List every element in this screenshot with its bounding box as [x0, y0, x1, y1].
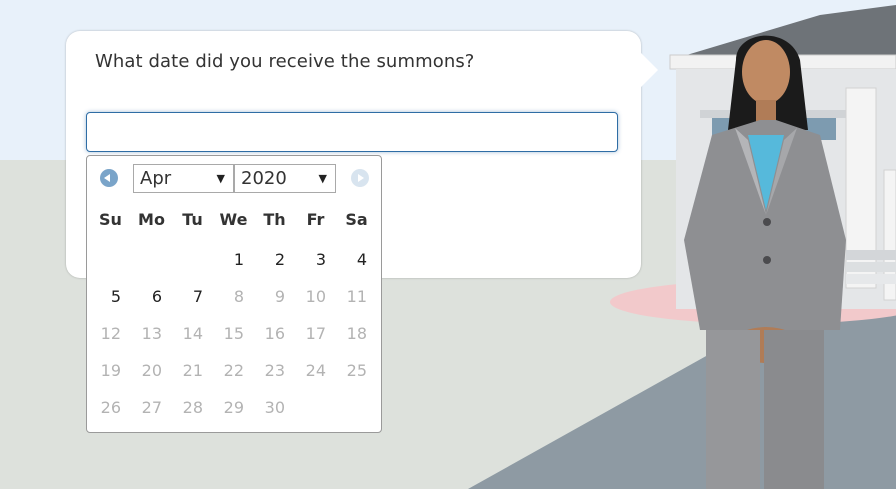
dropdown-arrow-icon: ▼	[216, 172, 225, 185]
month-select-value: Apr	[140, 168, 172, 189]
calendar-day[interactable]: 5	[90, 285, 131, 322]
weekday-label: Sa	[345, 210, 368, 229]
calendar-day: 22	[223, 361, 244, 380]
datepicker: Apr ▼ 2020 ▼ Su Mo Tu We Th Fr Sa 123456…	[86, 155, 382, 433]
year-select-value: 2020	[241, 168, 287, 189]
calendar-empty-cell	[295, 396, 336, 433]
calendar-empty-cell	[172, 248, 213, 285]
calendar-day: 13	[141, 324, 162, 343]
month-select[interactable]: Apr ▼	[133, 164, 234, 193]
calendar-day[interactable]: 6	[131, 285, 172, 322]
calendar-day: 24	[305, 361, 326, 380]
weekday-label: Fr	[306, 210, 325, 229]
calendar-day[interactable]: 2	[254, 248, 295, 285]
calendar-week-row: 1234	[90, 248, 380, 285]
calendar-day: 25	[346, 361, 367, 380]
year-select[interactable]: 2020 ▼	[234, 164, 336, 193]
weekday-label: We	[219, 210, 248, 229]
calendar-day: 27	[141, 398, 162, 417]
circle-arrow-left-icon[interactable]	[100, 169, 118, 187]
calendar-week-row: 5 6 7 8 9 10 11	[90, 285, 380, 322]
calendar-day: 28	[182, 398, 203, 417]
weekday-label: Tu	[182, 210, 203, 229]
calendar-day: 30	[264, 398, 285, 417]
circle-arrow-right-icon[interactable]	[351, 169, 369, 187]
calendar-day[interactable]: 4	[336, 248, 377, 285]
calendar-day[interactable]: 1	[213, 248, 254, 285]
calendar-day: 14	[182, 324, 203, 343]
calendar-day: 23	[264, 361, 285, 380]
weekday-header: Su Mo Tu We Th Fr Sa	[90, 210, 380, 229]
calendar-day: 29	[223, 398, 244, 417]
calendar-empty-cell	[131, 248, 172, 285]
speech-bubble-tail	[640, 52, 658, 88]
calendar-day: 19	[100, 361, 121, 380]
calendar-day: 20	[141, 361, 162, 380]
calendar-day: 10	[305, 287, 326, 306]
calendar-day: 8	[233, 287, 244, 306]
calendar-empty-cell	[336, 396, 377, 433]
weekday-label: Su	[99, 210, 122, 229]
weekday-label: Th	[263, 210, 286, 229]
calendar-day[interactable]: 7	[172, 285, 213, 322]
calendar-week-row: 26 27 28 29 30	[90, 396, 380, 433]
calendar-day: 9	[274, 287, 285, 306]
calendar-grid: 1 2 3 4 5 6 7 8 9 10 11 12 13 14 15 16 17 18 19 20 21 22 23 24 2…	[90, 248, 380, 433]
calendar-day[interactable]: 3	[295, 248, 336, 285]
question-text: What date did you receive the summons?	[95, 51, 475, 72]
calendar-day: 21	[182, 361, 203, 380]
dropdown-arrow-icon: ▼	[318, 172, 327, 185]
weekday-label: Mo	[138, 210, 165, 229]
calendar-week-row: 12 13 14 15 16 17 18	[90, 322, 380, 359]
calendar-day: 16	[264, 324, 285, 343]
calendar-day: 11	[346, 287, 367, 306]
calendar-day: 26	[100, 398, 121, 417]
calendar-empty-cell	[90, 248, 131, 285]
calendar-day: 18	[346, 324, 367, 343]
date-input[interactable]	[86, 112, 618, 152]
calendar-day: 12	[100, 324, 121, 343]
calendar-day: 17	[305, 324, 326, 343]
calendar-week-row: 19 20 21 22 23 24 25	[90, 359, 380, 396]
calendar-day: 15	[223, 324, 244, 343]
